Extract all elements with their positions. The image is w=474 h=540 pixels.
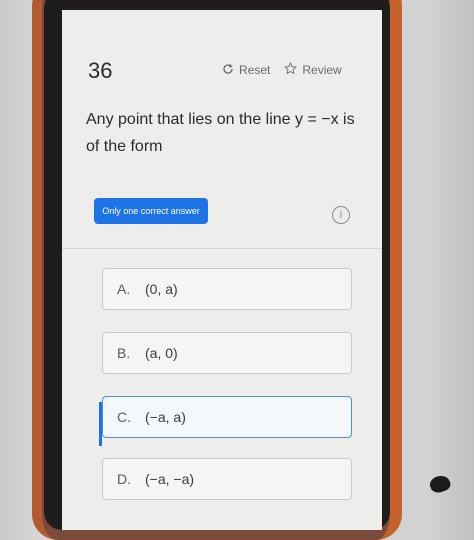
option-text: (−a, a) — [145, 409, 186, 425]
reset-label: Reset — [239, 63, 271, 77]
review-label: Review — [302, 63, 342, 77]
question-number: 36 — [88, 58, 113, 83]
quiz-screen: 36 Reset Review Any point that lies on t… — [62, 10, 382, 530]
option-text: (a, 0) — [145, 345, 178, 361]
option-letter: D. — [117, 471, 131, 487]
surface-mark — [427, 473, 453, 495]
option-letter: C. — [117, 409, 131, 425]
option-a[interactable]: A. (0, a) — [102, 268, 352, 310]
star-icon — [284, 62, 298, 78]
divider — [62, 248, 382, 249]
toolbar: Reset Review — [222, 62, 342, 78]
answer-type-badge: Only one correct answer — [94, 198, 208, 224]
question-text: Any point that lies on the line y = −x i… — [86, 111, 355, 155]
option-c[interactable]: C. (−a, a) — [102, 396, 352, 438]
reset-button[interactable]: Reset — [222, 63, 270, 78]
option-text: (−a, −a) — [145, 471, 195, 487]
info-icon[interactable]: i — [332, 206, 350, 224]
reset-icon — [222, 63, 234, 78]
option-letter: B. — [117, 345, 131, 361]
option-letter: A. — [117, 281, 131, 297]
review-button[interactable]: Review — [284, 62, 342, 78]
option-text: (0, a) — [145, 281, 178, 297]
option-b[interactable]: B. (a, 0) — [102, 332, 352, 374]
option-d[interactable]: D. (−a, −a) — [102, 458, 352, 500]
